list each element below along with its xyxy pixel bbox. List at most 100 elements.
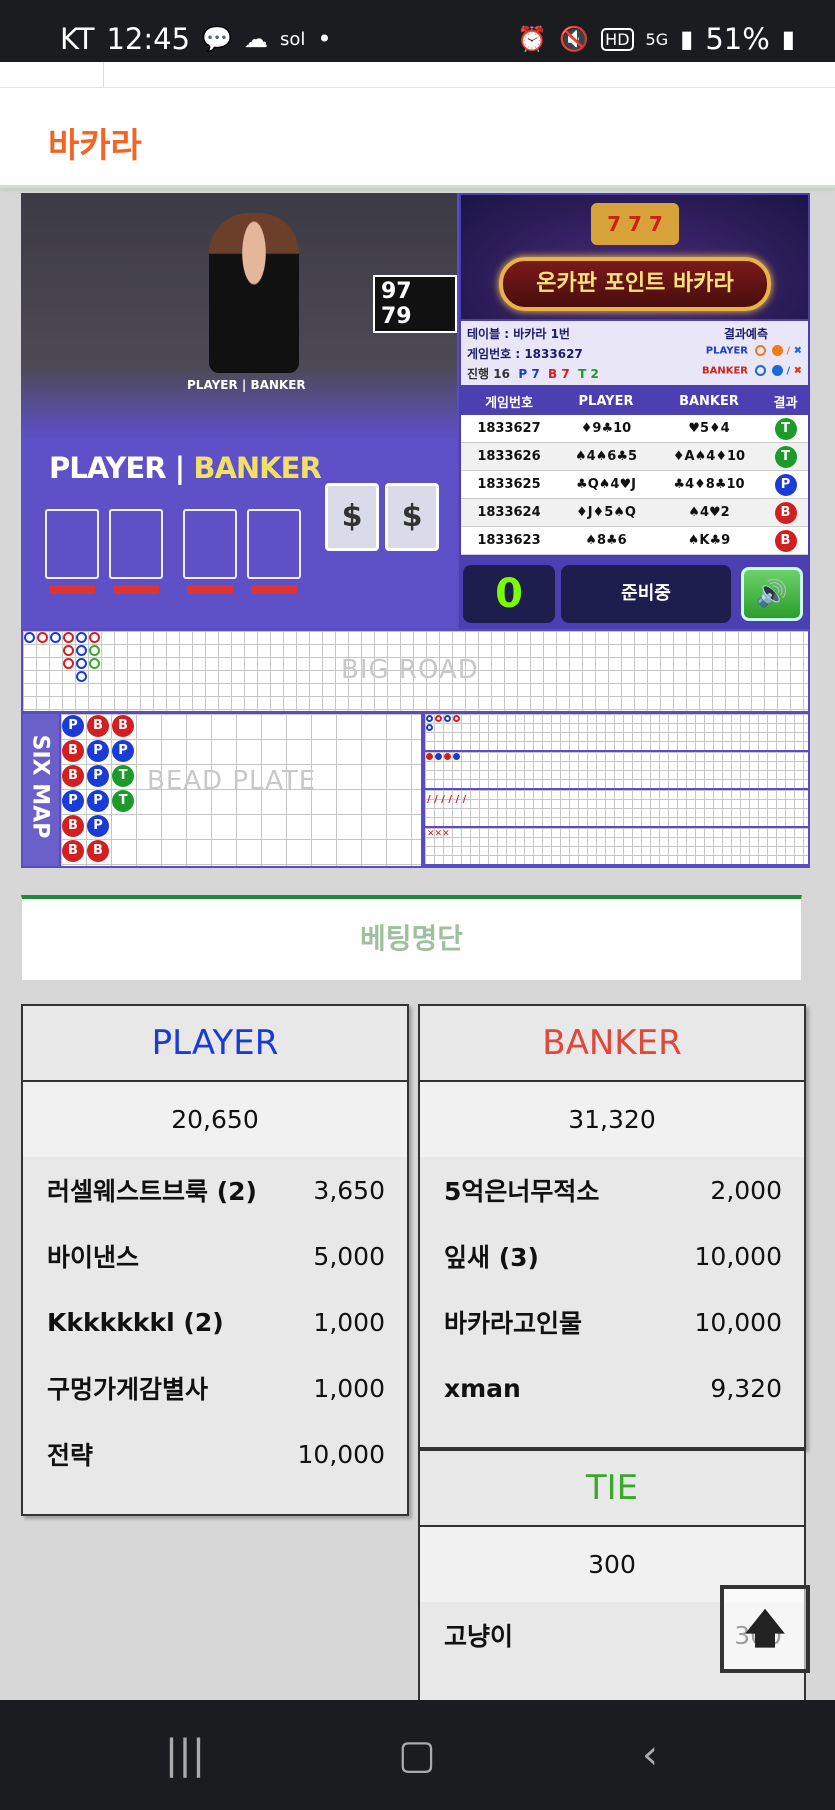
small-road — [425, 752, 808, 788]
bead: B — [62, 740, 84, 762]
player-bets: PLAYER 20,650 러셀웨스트브룩 (2) 3,650 바이낸스 5,000… — [21, 1004, 409, 1516]
table-small-label: PLAYER | BANKER — [187, 378, 306, 392]
bead: B — [62, 815, 84, 837]
result-badge: T — [774, 417, 797, 440]
bead: P — [62, 715, 84, 737]
col-result: 결과 — [773, 396, 798, 411]
road-mark — [444, 753, 451, 760]
road-mark — [435, 753, 442, 760]
bettor-name: 바카라고인물 — [444, 1309, 583, 1338]
bet-amount: 10,000 — [297, 1439, 385, 1469]
player-cards: ♦9♣10 — [580, 421, 632, 436]
live-video[interactable]: 97 79 PLAYER | BANKER PLAYER | BANKER $ … — [21, 193, 457, 629]
player-cards: ♠8♣6 — [585, 533, 627, 548]
bead: T — [112, 790, 134, 812]
slot-reel: 7 7 7 — [591, 203, 679, 245]
six-map-tab[interactable]: SIX MAP — [23, 714, 59, 866]
bettor-name: 고냥이 — [444, 1622, 514, 1651]
tie-bets-header: TIE — [420, 1451, 804, 1527]
result-badge: T — [774, 445, 797, 468]
banker-cards: ♥5♦4 — [688, 421, 730, 436]
bet-amount: 1,000 — [313, 1307, 385, 1337]
system-nav-bar: ||| ▢ ‹ — [0, 1700, 835, 1810]
bet-row: xman 9,320 — [420, 1355, 804, 1421]
bet-row: 잎새 (3) 10,000 — [420, 1223, 804, 1289]
chat-icon: 💬 — [202, 25, 232, 53]
page-title: 바카라 — [48, 126, 142, 166]
game-no: 1833623 — [477, 533, 541, 548]
game-no: 1833627 — [477, 421, 541, 436]
banker-bets: BANKER 31,320 5억은너무적소 2,000 잎새 (3) 10,000 … — [418, 1004, 806, 1449]
road-mark — [89, 645, 100, 656]
bettor-name: 구멍가게감별사 — [47, 1375, 209, 1404]
history-table: 게임번호 PLAYER BANKER 결과 1833627 ♦9♣10 ♥5♦4… — [461, 388, 808, 555]
sol-icon: sol — [279, 28, 306, 50]
road-mark — [76, 658, 87, 669]
promo-banner: 7 7 7 온카판 포인트 바카라 — [461, 195, 808, 319]
recent-apps-icon[interactable]: ||| — [125, 1700, 245, 1810]
home-icon[interactable]: ▢ — [357, 1700, 477, 1810]
road-mark — [453, 715, 460, 722]
pred-player-label: PLAYER — [705, 345, 749, 357]
bead: P — [87, 815, 109, 837]
circle-icon — [754, 345, 766, 356]
card-marker — [113, 585, 159, 594]
col-banker: BANKER — [679, 394, 739, 409]
progress-count: 16 — [493, 367, 510, 381]
bet-amount: 5,000 — [313, 1241, 385, 1271]
app-strip — [0, 62, 835, 88]
bead: B — [87, 840, 109, 862]
player-card-slot — [45, 509, 99, 579]
cockroach-road: / / / / / / — [425, 790, 808, 826]
bead-plate: BEAD PLATE P B B P B B B P P P P B B P T… — [61, 714, 421, 866]
bet-amount: 1,000 — [313, 1373, 385, 1403]
result-badge: B — [774, 529, 797, 552]
big-eye-road — [425, 714, 808, 750]
dot-icon — [771, 365, 783, 376]
game-number: 게임번호 : 1833627 — [467, 347, 583, 361]
scroll-to-top-button[interactable]: 🡅 — [720, 1585, 810, 1673]
banner-title: 온카판 포인트 바카라 — [499, 257, 771, 311]
scoreboard: 97 79 — [373, 275, 457, 333]
history-row: 1833627 ♦9♣10 ♥5♦4 T — [461, 415, 808, 443]
player-card-slot — [109, 509, 163, 579]
banker-total: 31,320 — [420, 1082, 804, 1157]
road-mark — [76, 632, 87, 643]
bead: B — [87, 715, 109, 737]
player-prediction: PLAYER / ✖ — [706, 345, 802, 357]
player-count: P 7 — [518, 367, 540, 381]
card-marker — [187, 585, 233, 594]
road-mark — [63, 658, 74, 669]
road-mark — [426, 715, 433, 722]
bet-row: 러셀웨스트브룩 (2) 3,650 — [23, 1157, 407, 1223]
hd-icon: HD — [601, 27, 634, 51]
bead: P — [87, 740, 109, 762]
road-mark — [89, 658, 100, 669]
bead: P — [87, 765, 109, 787]
history-row: 1833626 ♠4♠6♣5 ♦A♠4♦10 T — [461, 443, 808, 471]
game-no: 1833626 — [477, 449, 541, 464]
bettor-name: 잎새 (3) — [444, 1243, 539, 1272]
battery-level: 51% — [705, 22, 770, 56]
clock: 12:45 — [106, 22, 191, 56]
bead-plate-label: BEAD PLATE — [147, 766, 317, 796]
road-mark — [37, 632, 48, 643]
player-total: 20,650 — [23, 1082, 407, 1157]
pencil-icon: / — [786, 365, 791, 377]
bet-row: 바카라고인물 10,000 — [420, 1289, 804, 1355]
bettor-name: 바이낸스 — [47, 1243, 140, 1272]
player-bets-header: PLAYER — [23, 1006, 407, 1082]
banker-cards: ♠4♥2 — [688, 505, 730, 520]
game-info: 테이블 : 바카라 1번 게임번호 : 1833627 진행 16 P 7 B … — [461, 321, 808, 385]
pred-banker-label: BANKER — [702, 365, 749, 377]
six-map-label: SIX MAP — [27, 734, 53, 839]
circle-icon — [754, 365, 766, 376]
speaker-icon[interactable]: 🔊 — [741, 567, 803, 621]
road-mark — [426, 753, 433, 760]
bettor-name: xman — [444, 1373, 521, 1403]
shoe-card: $ — [325, 483, 379, 551]
talk-icon: ☁ — [243, 25, 268, 53]
bead: T — [112, 765, 134, 787]
banker-label: BANKER — [193, 451, 321, 485]
back-icon[interactable]: ‹ — [590, 1700, 710, 1810]
